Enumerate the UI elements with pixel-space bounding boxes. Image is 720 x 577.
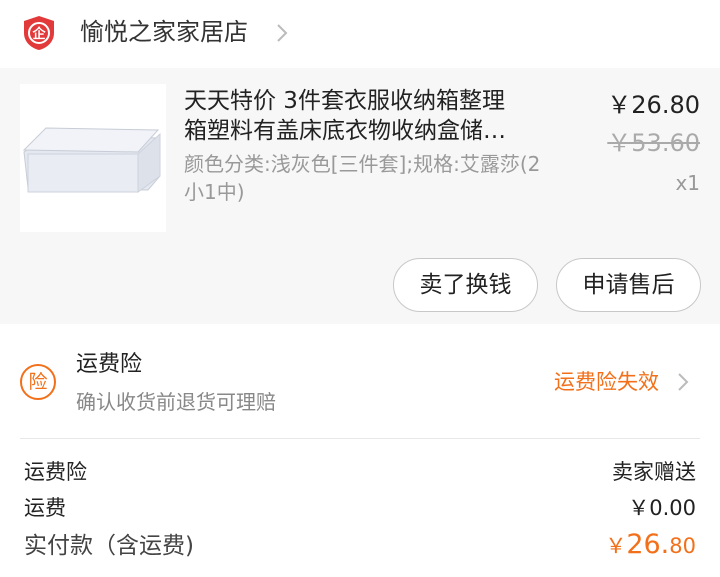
product-image[interactable]: [20, 84, 166, 232]
summary-shipping-label: 运费: [24, 496, 66, 520]
product-title-line-1: 天天特价 3件套衣服收纳箱整理: [184, 88, 505, 114]
storage-box-icon: [22, 127, 161, 193]
product-item[interactable]: 天天特价 3件套衣服收纳箱整理 箱塑料有盖床底衣物收纳盒储… 颜色分类:浅灰色[…: [0, 68, 720, 324]
insurance-description: 确认收货前退货可理赔: [76, 390, 276, 414]
shop-header[interactable]: 企 愉悦之家家居店: [0, 0, 720, 68]
product-sku: 颜色分类:浅灰色[三件套];规格:艾露莎(2小1中): [184, 152, 541, 204]
after-sale-button[interactable]: 申请售后: [556, 258, 701, 312]
total-paid-amount: ￥26.80: [605, 528, 696, 565]
total-decimal: 80: [669, 534, 696, 558]
chevron-right-icon[interactable]: [274, 22, 290, 44]
chevron-right-icon[interactable]: [676, 371, 690, 393]
shop-name[interactable]: 愉悦之家家居店: [80, 14, 248, 50]
summary-insurance-label: 运费险: [24, 460, 87, 484]
summary-insurance-value: 卖家赠送: [612, 460, 696, 484]
product-title-line-2: 箱塑料有盖床底衣物收纳盒储…: [184, 118, 506, 144]
product-price: ￥26.80: [607, 91, 700, 119]
product-original-price: ￥53.60: [607, 129, 700, 157]
summary-shipping-value: ￥0.00: [628, 496, 696, 520]
total-paid-label: 实付款（含运费): [24, 533, 194, 559]
insurance-icon: 险: [20, 364, 56, 400]
sell-button[interactable]: 卖了换钱: [393, 258, 538, 312]
insurance-title: 运费险: [76, 352, 143, 377]
total-integer: 26.: [626, 529, 670, 560]
product-title[interactable]: 天天特价 3件套衣服收纳箱整理 箱塑料有盖床底衣物收纳盒储…: [184, 86, 554, 146]
insurance-status[interactable]: 运费险失效: [554, 368, 659, 396]
product-quantity: x1: [675, 171, 700, 195]
total-currency: ￥: [605, 534, 627, 558]
shipping-insurance[interactable]: 险 运费险 确认收货前退货可理赔 运费险失效: [0, 324, 720, 438]
shop-logo-text: 企: [31, 26, 46, 42]
divider: [20, 438, 700, 439]
shop-badge-icon: 企: [24, 16, 54, 50]
